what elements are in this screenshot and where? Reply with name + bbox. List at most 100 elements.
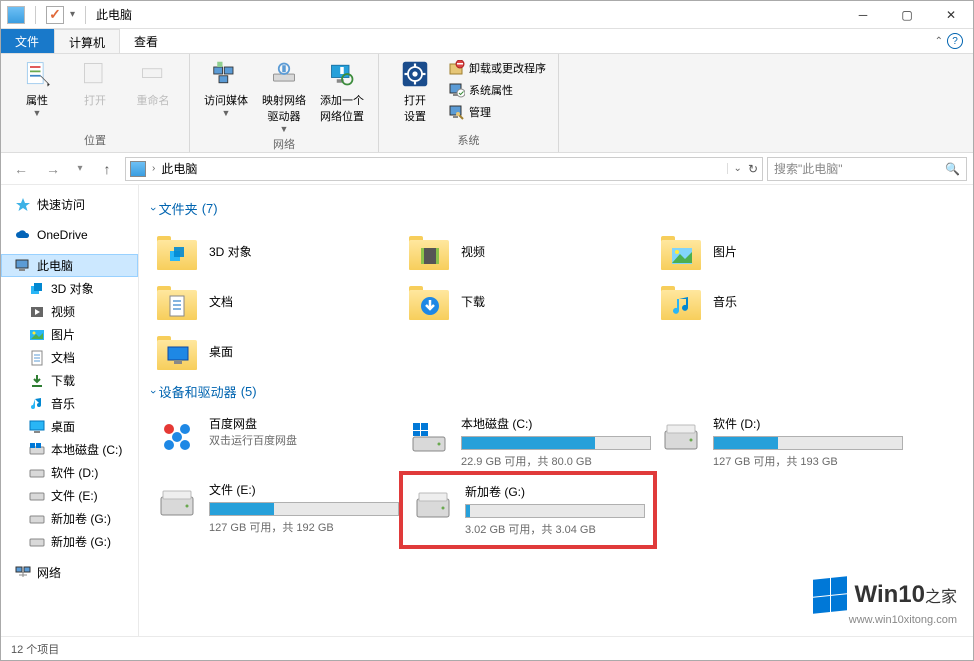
manage-button[interactable]: 管理 [447, 102, 548, 122]
item-icon [29, 327, 45, 343]
tab-file[interactable]: 文件 [1, 29, 54, 53]
maximize-button[interactable]: ▢ [885, 1, 929, 29]
back-button[interactable]: ← [7, 157, 35, 181]
item-icon [29, 396, 45, 412]
drive-item[interactable]: 文件 (E:)127 GB 可用，共 192 GB [151, 475, 403, 549]
search-icon: 🔍 [945, 162, 960, 176]
pc-icon [15, 258, 31, 274]
tab-view[interactable]: 查看 [120, 29, 173, 53]
manage-icon [449, 104, 465, 120]
open-icon [79, 58, 111, 90]
item-icon [29, 534, 45, 550]
chevron-down-icon: › [147, 390, 159, 394]
tab-computer[interactable]: 计算机 [54, 29, 120, 53]
uninstall-button[interactable]: 卸载或更改程序 [447, 58, 548, 78]
ribbon-collapse[interactable]: ⌃? [925, 29, 973, 53]
usage-bar [713, 436, 903, 450]
item-icon [29, 304, 45, 320]
rename-button[interactable]: 重命名 [127, 58, 179, 108]
sidebar-item[interactable]: 桌面 [1, 415, 138, 438]
sidebar-item[interactable]: 软件 (D:) [1, 461, 138, 484]
system-properties-button[interactable]: 系统属性 [447, 80, 548, 100]
search-input[interactable]: 搜索"此电脑" 🔍 [767, 157, 967, 181]
drive-icon [407, 415, 451, 459]
folder-icon [155, 332, 199, 370]
group-label-network: 网络 [200, 134, 368, 154]
star-icon [15, 197, 31, 213]
folder-icon [407, 282, 451, 320]
item-icon [29, 350, 45, 366]
section-drives-header[interactable]: › 设备和驱动器 (5) [151, 382, 961, 401]
folder-icon [155, 282, 199, 320]
ribbon-group-system: 打开 设置 卸载或更改程序 系统属性 管理 系统 [379, 54, 559, 152]
sidebar-item[interactable]: 图片 [1, 323, 138, 346]
sidebar-item[interactable]: 3D 对象 [1, 277, 138, 300]
sidebar-item[interactable]: 音乐 [1, 392, 138, 415]
ribbon-group-location: 属性▼ 打开 重命名 位置 [1, 54, 190, 152]
folder-item[interactable]: 下载 [403, 276, 655, 326]
pc-icon [130, 161, 146, 177]
help-icon[interactable]: ? [947, 33, 963, 49]
sidebar-item[interactable]: 本地磁盘 (C:) [1, 438, 138, 461]
content-pane: › 文件夹 (7) 3D 对象视频图片文档下载音乐桌面 › 设备和驱动器 (5)… [139, 185, 973, 636]
search-placeholder: 搜索"此电脑" [774, 160, 843, 177]
folder-item[interactable]: 文档 [151, 276, 403, 326]
folder-icon [659, 282, 703, 320]
folder-icon [659, 232, 703, 270]
drive-item[interactable]: 新加卷 (G:)3.02 GB 可用，共 3.04 GB [399, 471, 657, 549]
recent-dropdown[interactable]: ▾ [71, 157, 89, 181]
sidebar-network[interactable]: 网络 [1, 561, 138, 584]
breadcrumb[interactable]: 此电脑 [161, 160, 197, 177]
watermark: Win10之家 www.win10xitong.com [813, 578, 957, 626]
item-icon [29, 511, 45, 527]
access-media-button[interactable]: 访问媒体▼ [200, 58, 252, 118]
item-icon [29, 488, 45, 504]
sidebar-onedrive[interactable]: OneDrive [1, 224, 138, 246]
sidebar-item[interactable]: 新加卷 (G:) [1, 530, 138, 553]
group-label-system: 系统 [389, 130, 548, 150]
up-button[interactable]: ↑ [93, 157, 121, 181]
map-drive-button[interactable]: 映射网络 驱动器▼ [258, 58, 310, 134]
folder-icon [155, 232, 199, 270]
item-icon [29, 281, 45, 297]
address-dropdown[interactable]: ⌄ [727, 163, 742, 174]
drive-icon [411, 483, 455, 527]
forward-button[interactable]: → [39, 157, 67, 181]
settings-icon [399, 58, 431, 90]
minimize-button[interactable]: ─ [841, 1, 885, 29]
sidebar-item[interactable]: 下载 [1, 369, 138, 392]
folder-item[interactable]: 桌面 [151, 326, 403, 376]
usage-bar [465, 504, 645, 518]
sidebar-item[interactable]: 新加卷 (G:) [1, 507, 138, 530]
open-settings-button[interactable]: 打开 设置 [389, 58, 441, 124]
properties-icon [21, 58, 53, 90]
drive-item[interactable]: 软件 (D:)127 GB 可用，共 193 GB [655, 409, 907, 475]
sidebar-item[interactable]: 文档 [1, 346, 138, 369]
folder-item[interactable]: 图片 [655, 226, 907, 276]
ribbon: 属性▼ 打开 重命名 位置 访问媒体▼ 映射网络 驱动器▼ [1, 53, 973, 153]
sidebar-item[interactable]: 文件 (E:) [1, 484, 138, 507]
folder-item[interactable]: 3D 对象 [151, 226, 403, 276]
close-button[interactable]: ✕ [929, 1, 973, 29]
item-icon [29, 442, 45, 458]
drive-item[interactable]: 百度网盘双击运行百度网盘 [151, 409, 403, 475]
address-bar[interactable]: › 此电脑 ⌄↻ [125, 157, 763, 181]
qat-checkmark-icon[interactable]: ✓ [46, 6, 64, 24]
usage-bar [461, 436, 651, 450]
folder-item[interactable]: 视频 [403, 226, 655, 276]
properties-button[interactable]: 属性▼ [11, 58, 63, 118]
open-button[interactable]: 打开 [69, 58, 121, 108]
map-drive-icon [268, 58, 300, 90]
sidebar-quick-access[interactable]: 快速访问 [1, 193, 138, 216]
add-network-location-button[interactable]: 添加一个 网络位置 [316, 58, 368, 124]
sidebar-item[interactable]: 视频 [1, 300, 138, 323]
folder-item[interactable]: 音乐 [655, 276, 907, 326]
drive-item[interactable]: 本地磁盘 (C:)22.9 GB 可用，共 80.0 GB [403, 409, 655, 475]
refresh-button[interactable]: ↻ [748, 162, 758, 176]
drive-icon [155, 481, 199, 525]
group-label-location: 位置 [11, 130, 179, 150]
folder-icon [407, 232, 451, 270]
sidebar-this-pc[interactable]: 此电脑 [1, 254, 138, 277]
cloud-icon [15, 227, 31, 243]
section-folders-header[interactable]: › 文件夹 (7) [151, 199, 961, 218]
